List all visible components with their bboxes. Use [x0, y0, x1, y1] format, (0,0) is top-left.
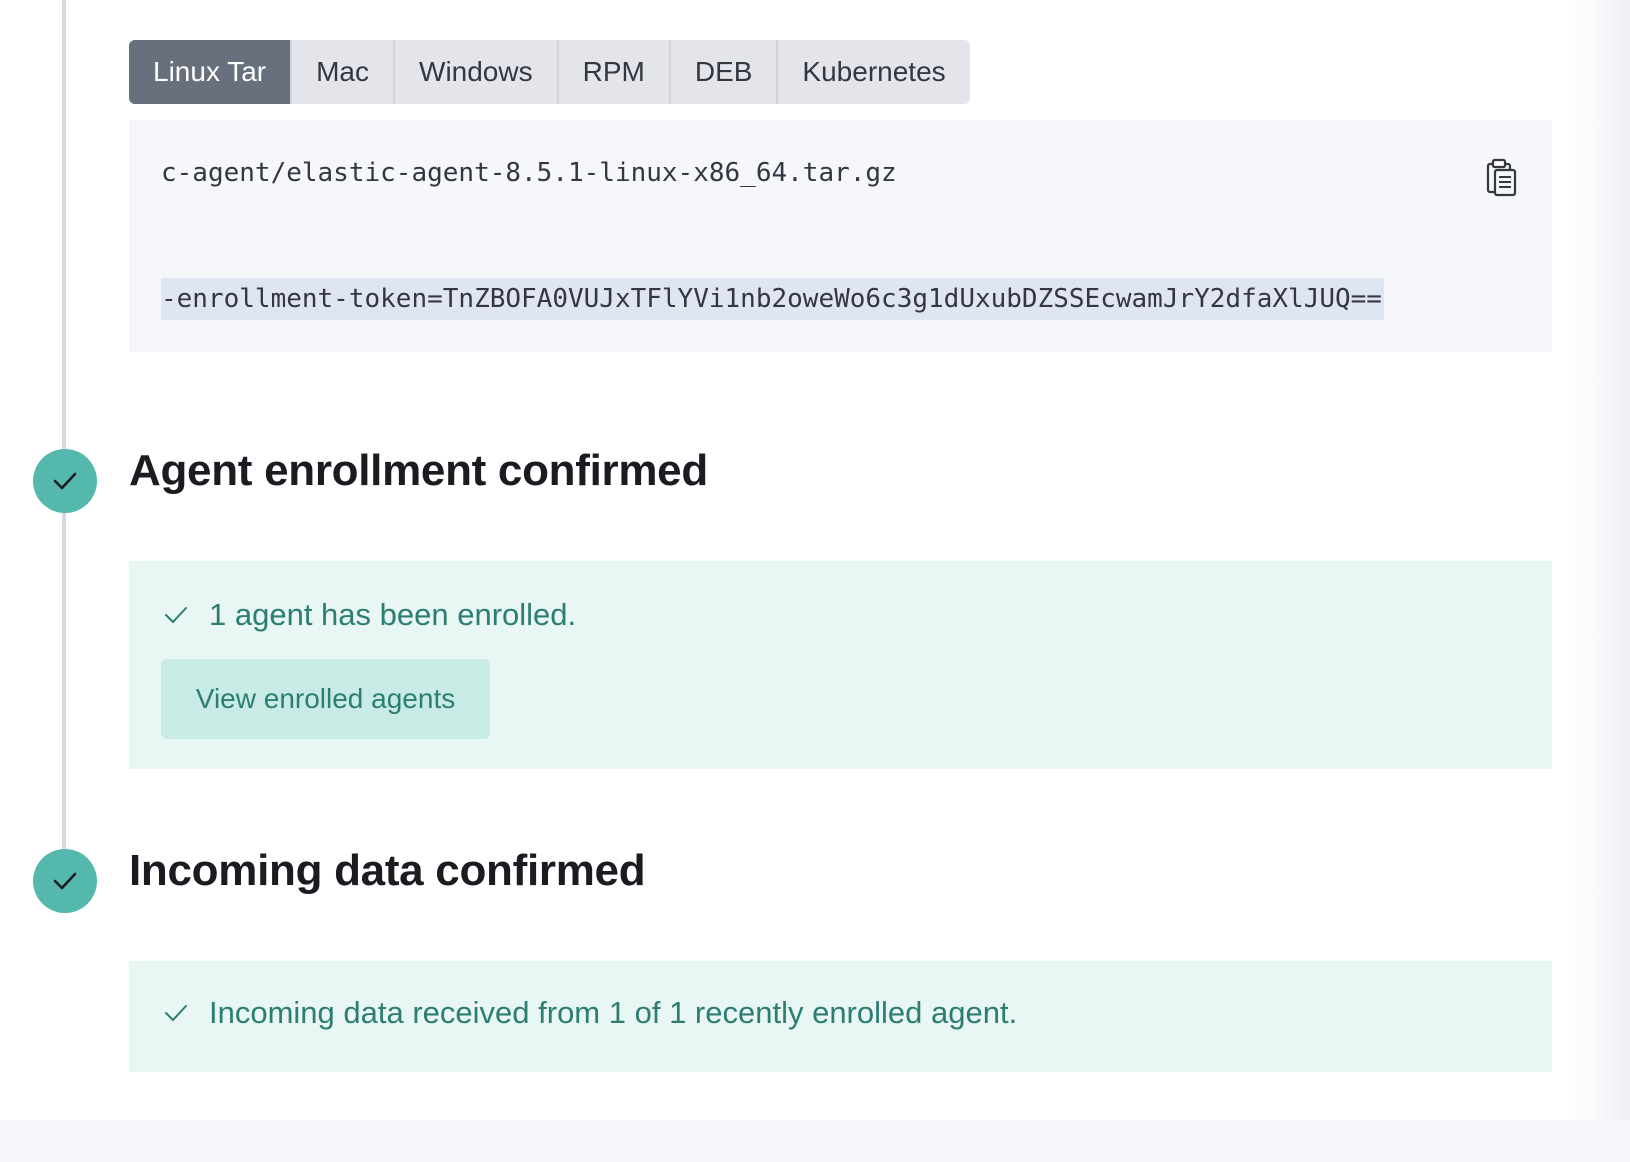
check-icon [53, 472, 77, 490]
enrollment-message: 1 agent has been enrolled. [163, 597, 576, 633]
tab-linux-tar[interactable]: Linux Tar [129, 40, 293, 104]
check-icon [165, 607, 187, 623]
view-enrolled-agents-button[interactable]: View enrolled agents [161, 659, 490, 739]
incoming-data-message: Incoming data received from 1 of 1 recen… [163, 995, 1017, 1031]
clipboard-icon [1486, 158, 1517, 197]
check-icon [53, 872, 77, 890]
step-complete-indicator [33, 449, 97, 513]
step-complete-indicator [33, 849, 97, 913]
page-edge-shadow [1568, 0, 1630, 1120]
steps-timeline-line [62, 0, 66, 880]
install-command-code-block[interactable]: c-agent/elastic-agent-8.5.1-linux-x86_64… [129, 120, 1552, 352]
tab-kubernetes[interactable]: Kubernetes [778, 40, 970, 104]
step-title-incoming-data: Incoming data confirmed [129, 846, 646, 895]
step-title-agent-enrollment: Agent enrollment confirmed [129, 446, 708, 495]
incoming-data-success-callout: Incoming data received from 1 of 1 recen… [129, 961, 1552, 1072]
tab-mac[interactable]: Mac [292, 40, 396, 104]
page: Linux Tar Mac Windows RPM DEB Kubernetes… [0, 0, 1630, 1162]
enrollment-success-callout: 1 agent has been enrolled. View enrolled… [129, 561, 1552, 769]
check-icon [165, 1005, 187, 1021]
code-line-download: c-agent/elastic-agent-8.5.1-linux-x86_64… [161, 158, 897, 188]
tab-windows[interactable]: Windows [395, 40, 559, 104]
tab-rpm[interactable]: RPM [558, 40, 671, 104]
footer-band [0, 1120, 1630, 1162]
tab-deb[interactable]: DEB [670, 40, 779, 104]
enrollment-message-text: 1 agent has been enrolled. [209, 597, 577, 632]
platform-tabs: Linux Tar Mac Windows RPM DEB Kubernetes [129, 40, 970, 104]
copy-button[interactable] [1482, 158, 1518, 198]
incoming-data-message-text: Incoming data received from 1 of 1 recen… [209, 995, 1018, 1030]
code-line-enroll-token: -enrollment-token=TnZBOFA0VUJxTFlYVi1nb2… [161, 278, 1384, 320]
